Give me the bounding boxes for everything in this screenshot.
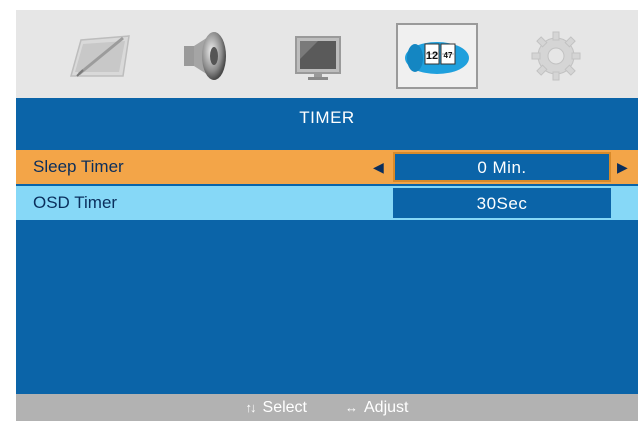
tab-picture[interactable]	[60, 24, 140, 88]
settings-gear-icon	[531, 31, 581, 81]
menu-row-sleep-timer[interactable]: Sleep Timer ◀ 0 Min. ▶	[16, 150, 638, 184]
adjust-hint: Adjust	[364, 398, 409, 416]
right-arrow-icon[interactable]: ▶	[617, 150, 628, 184]
timer-icon-minutes: 47	[444, 51, 453, 60]
tab-timer[interactable]: 12 47	[396, 23, 478, 89]
select-hint: Select	[262, 398, 307, 416]
page-title: TIMER	[299, 108, 355, 127]
menu-row-osd-timer[interactable]: OSD Timer 30Sec	[16, 186, 638, 220]
osd-timer-value[interactable]: 30Sec	[393, 188, 611, 218]
sound-icon	[184, 32, 226, 80]
picture-icon	[70, 35, 130, 77]
sleep-timer-value[interactable]: 0 Min.	[393, 152, 611, 182]
osd-menu: 12 47 TIMER Sleep Timer ◀ 0 Min. ▶ OSD T…	[16, 10, 638, 421]
footer-hint-bar: ↑↓ Select ↔ Adjust	[16, 394, 638, 421]
menu-row-label: Sleep Timer	[33, 157, 124, 176]
timer-icon-hours: 12	[426, 50, 438, 62]
tab-screen[interactable]	[278, 24, 358, 88]
left-right-arrows-icon: ↔	[345, 400, 358, 415]
up-down-arrows-icon: ↑↓	[245, 400, 257, 415]
left-arrow-icon[interactable]: ◀	[373, 150, 384, 184]
tab-setup[interactable]	[516, 24, 596, 88]
tv-screen-icon	[295, 36, 341, 80]
menu-row-label: OSD Timer	[33, 193, 118, 212]
menu-icon-bar: 12 47	[16, 10, 638, 98]
timer-icon: 12 47	[405, 42, 469, 74]
tab-sound[interactable]	[166, 24, 246, 88]
